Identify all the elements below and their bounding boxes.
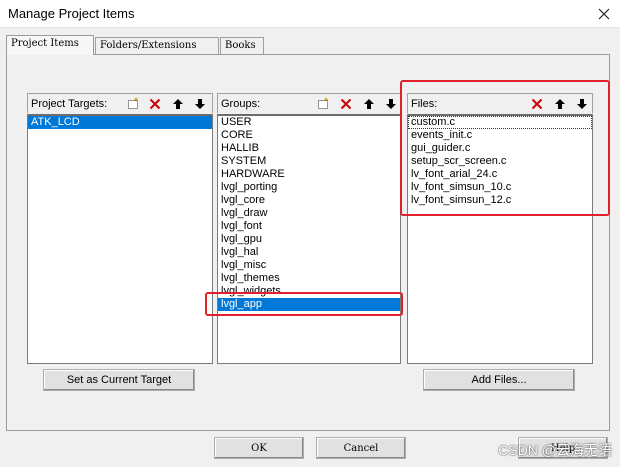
group-list-item[interactable]: lvgl_misc [218, 259, 400, 272]
group-list-item[interactable]: lvgl_gpu [218, 233, 400, 246]
target-list-item[interactable]: ATK_LCD [28, 116, 212, 129]
window-title: Manage Project Items [8, 6, 135, 21]
move-group-down-button[interactable] [382, 96, 400, 112]
delete-icon [340, 98, 352, 110]
groups-list[interactable]: USER CORE HALLIB SYSTEM HARDWARE lvgl_porting… [217, 114, 401, 364]
delete-icon [149, 98, 161, 110]
group-list-item[interactable]: USER [218, 116, 400, 129]
tab-folders-extensions[interactable]: Folders/Extensions [95, 37, 219, 54]
targets-header: Project Targets: [27, 93, 213, 113]
move-up-icon [364, 99, 374, 109]
move-target-down-button[interactable] [191, 96, 209, 112]
add-files-button[interactable]: Add Files... [423, 369, 575, 391]
new-group-button[interactable] [314, 96, 332, 112]
ok-button[interactable]: OK [214, 437, 304, 459]
group-highlight-box [205, 292, 403, 316]
group-list-item[interactable]: CORE [218, 129, 400, 142]
cancel-button[interactable]: Cancel [316, 437, 406, 459]
group-list-item[interactable]: HALLIB [218, 142, 400, 155]
files-highlight-box [400, 80, 610, 216]
tab-project-items[interactable]: Project Items [6, 35, 94, 55]
new-item-icon [318, 97, 328, 109]
close-button[interactable] [592, 2, 616, 26]
delete-target-button[interactable] [146, 96, 164, 112]
group-list-item[interactable]: lvgl_font [218, 220, 400, 233]
move-group-up-button[interactable] [360, 96, 378, 112]
tab-books[interactable]: Books [220, 37, 264, 54]
group-list-item[interactable]: HARDWARE [218, 168, 400, 181]
group-list-item[interactable]: lvgl_draw [218, 207, 400, 220]
move-down-icon [386, 99, 396, 109]
group-list-item[interactable]: lvgl_hal [218, 246, 400, 259]
groups-label: Groups: [221, 98, 261, 110]
new-target-button[interactable] [124, 96, 142, 112]
new-item-icon [128, 97, 138, 109]
move-down-icon [195, 99, 205, 109]
group-list-item[interactable]: lvgl_themes [218, 272, 400, 285]
set-current-target-button[interactable]: Set as Current Target [43, 369, 195, 391]
targets-list[interactable]: ATK_LCD [27, 114, 213, 364]
move-target-up-button[interactable] [169, 96, 187, 112]
delete-group-button[interactable] [337, 96, 355, 112]
title-bar: Manage Project Items [0, 0, 620, 28]
targets-label: Project Targets: [31, 98, 108, 110]
close-icon [598, 8, 610, 20]
group-list-item[interactable]: SYSTEM [218, 155, 400, 168]
groups-header: Groups: [217, 93, 401, 113]
group-list-item[interactable]: lvgl_porting [218, 181, 400, 194]
group-list-item[interactable]: lvgl_core [218, 194, 400, 207]
watermark: CSDN @云海无语 [498, 442, 612, 458]
move-up-icon [173, 99, 183, 109]
